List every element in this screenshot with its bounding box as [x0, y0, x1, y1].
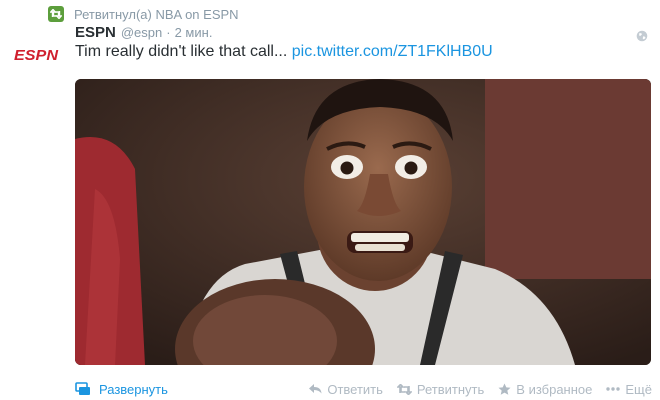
tweet-header: ESPN @espn · 2 мин. [75, 24, 212, 44]
retweet-context-label[interactable]: Ретвитнул(а) NBA on ESPN [74, 7, 239, 22]
tweet-action-group: Ответить Ретвитнуть В избранное Ещё [295, 382, 652, 397]
reply-label: Ответить [327, 381, 383, 397]
retweet-label: Ретвитнуть [416, 381, 485, 397]
reply-button[interactable]: Ответить [309, 382, 383, 397]
favorite-button[interactable]: В избранное [498, 382, 592, 397]
tweet-actions: Развернуть Ответить Ретвитнуть В избранн… [75, 380, 652, 398]
header-separator: · [166, 25, 171, 40]
tweet-media-link[interactable]: pic.twitter.com/ZT1FKlHB0U [292, 43, 493, 60]
more-dots-icon [606, 387, 621, 391]
espn-logo-text: ESPN [14, 47, 59, 63]
tweet-body: Tim really didn't like that call... [75, 43, 292, 60]
more-label: Ещё [625, 381, 652, 397]
expand-icon [75, 382, 90, 395]
reply-icon [309, 384, 322, 394]
expand-label: Развернуть [99, 381, 168, 397]
more-button[interactable]: Ещё [606, 382, 652, 397]
tweet-text: Tim really didn't like that call... pic.… [75, 43, 493, 61]
retweet-context: Ретвитнул(а) NBA on ESPN [48, 5, 239, 23]
retweet-icon [396, 383, 412, 395]
author-name[interactable]: ESPN [75, 24, 116, 41]
expand-button[interactable]: Развернуть [75, 382, 168, 397]
star-icon [498, 383, 511, 395]
espn-logo[interactable]: ESPN [14, 47, 60, 64]
tweet-photo[interactable] [75, 79, 651, 365]
globe-icon [636, 29, 648, 42]
favorite-label: В избранное [516, 381, 593, 397]
author-handle[interactable]: @espn [121, 25, 162, 40]
retweet-badge-icon [48, 6, 64, 22]
tweet-timestamp[interactable]: 2 мин. [175, 25, 213, 40]
retweet-button[interactable]: Ретвитнуть [396, 381, 485, 397]
